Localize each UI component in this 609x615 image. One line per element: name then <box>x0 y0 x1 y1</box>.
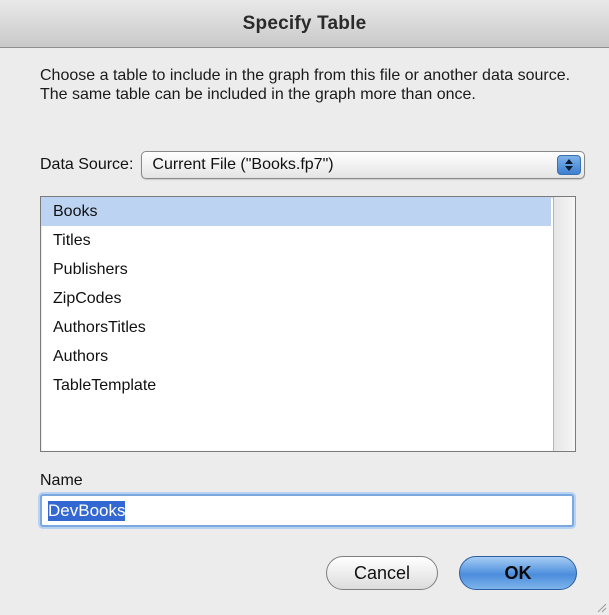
table-list-item[interactable]: ZipCodes <box>41 284 551 313</box>
resize-grip-icon[interactable] <box>595 601 607 613</box>
title-bar[interactable]: Specify Table <box>0 0 609 48</box>
table-list-item[interactable]: Books <box>41 197 551 226</box>
table-list-item[interactable]: TableTemplate <box>41 371 551 400</box>
specify-table-dialog: Specify Table Choose a table to include … <box>0 0 609 615</box>
table-list[interactable]: Books Titles Publishers ZipCodes AuthorsTitl… <box>40 196 576 452</box>
data-source-label: Data Source: <box>40 156 134 173</box>
data-source-row: Data Source: Current File ("Books.fp7") <box>40 150 585 180</box>
ok-button[interactable]: OK <box>459 556 577 590</box>
up-down-arrows-icon <box>557 155 581 175</box>
table-list-item[interactable]: Titles <box>41 226 551 255</box>
table-list-item[interactable]: Publishers <box>41 255 551 284</box>
table-list-scrollbar[interactable] <box>553 197 575 451</box>
table-list-items: Books Titles Publishers ZipCodes AuthorsTitl… <box>41 197 551 400</box>
name-field[interactable] <box>40 494 574 527</box>
name-label: Name <box>40 472 83 489</box>
instructions-text: Choose a table to include in the graph f… <box>40 67 571 103</box>
table-list-item[interactable]: AuthorsTitles <box>41 313 551 342</box>
table-list-item[interactable]: Authors <box>41 342 551 371</box>
dialog-title: Specify Table <box>242 12 367 34</box>
data-source-popup[interactable]: Current File ("Books.fp7") <box>141 151 585 179</box>
data-source-value: Current File ("Books.fp7") <box>152 156 334 173</box>
cancel-button[interactable]: Cancel <box>326 556 438 590</box>
